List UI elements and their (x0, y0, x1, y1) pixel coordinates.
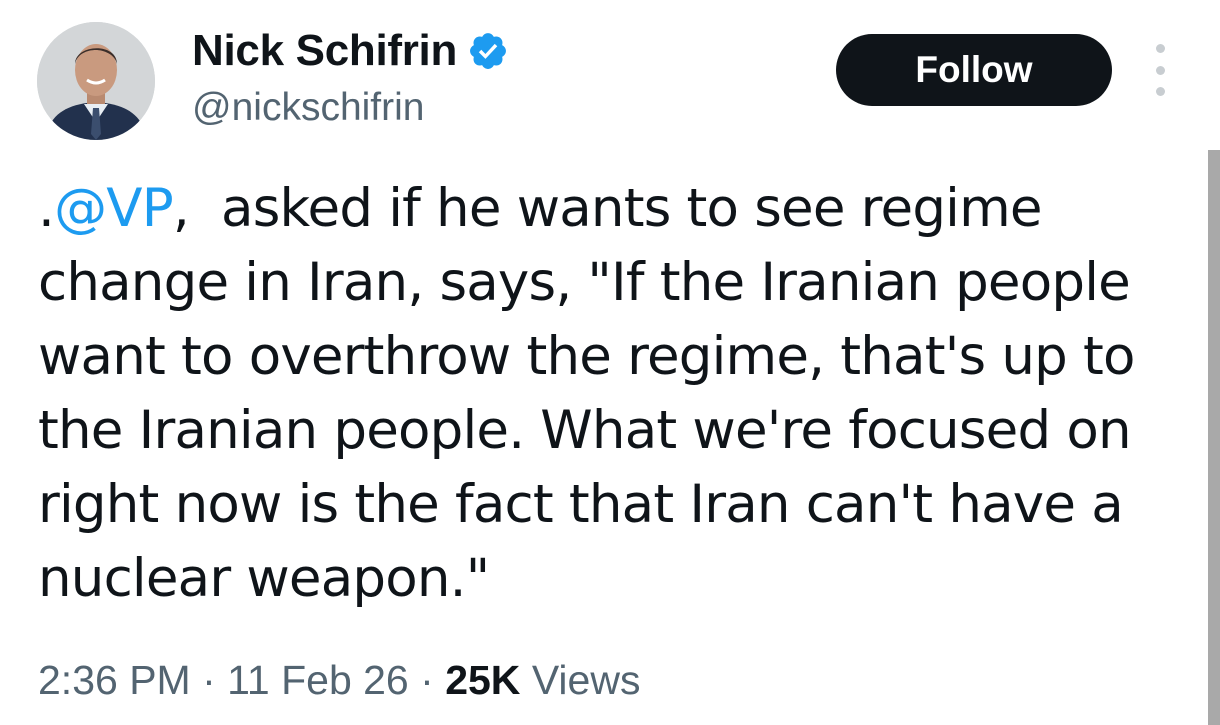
tweet-text-body: , asked if he wants to see regime change… (38, 178, 1151, 609)
author-name-row: Nick Schifrin (192, 24, 509, 78)
scrollbar[interactable] (1208, 150, 1220, 725)
author-display-name[interactable]: Nick Schifrin (192, 24, 457, 78)
tweet-text-prefix: . (38, 178, 55, 239)
mention-link[interactable]: @VP (54, 178, 174, 239)
more-dot (1155, 87, 1165, 96)
tweet-card: Nick Schifrin @nickschifrin Follow .@VP,… (0, 0, 1220, 725)
tweet-date[interactable]: 11 Feb 26 (227, 657, 409, 703)
more-dot (1155, 44, 1165, 53)
meta-separator: · (408, 657, 446, 703)
verified-badge-icon[interactable] (467, 30, 509, 72)
more-dot (1155, 65, 1165, 75)
views-label: Views (531, 657, 641, 703)
tweet-time[interactable]: 2:36 PM (38, 657, 191, 703)
avatar[interactable] (37, 22, 155, 140)
tweet-text: .@VP, asked if he wants to see regime ch… (38, 172, 1188, 616)
avatar-image (37, 22, 155, 140)
meta-separator: · (190, 657, 228, 703)
follow-button[interactable]: Follow (836, 34, 1112, 106)
author-handle[interactable]: @nickschifrin (192, 83, 424, 133)
views-count: 25K (445, 657, 521, 703)
more-vertical-icon[interactable] (1146, 44, 1174, 96)
tweet-meta: 2:36 PM · 11 Feb 26 · 25K Views (38, 652, 640, 708)
